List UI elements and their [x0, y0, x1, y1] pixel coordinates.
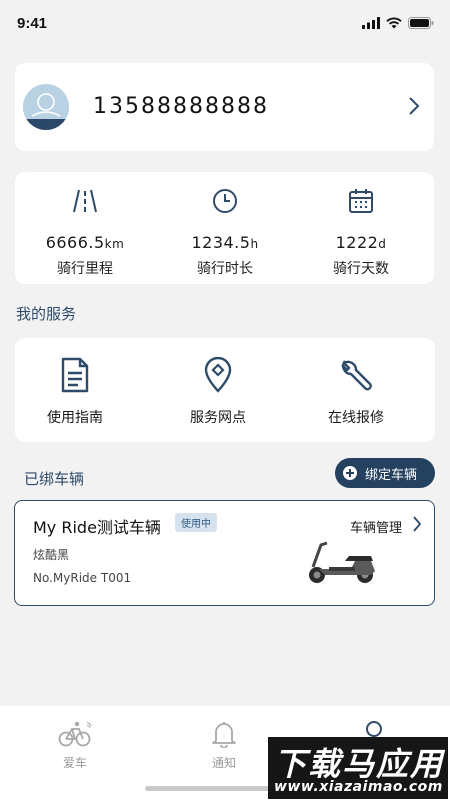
clock-icon: [213, 189, 237, 213]
chevron-right-icon[interactable]: [408, 96, 420, 116]
service-label: 在线报修: [328, 410, 384, 426]
status-bar: 9:41: [0, 0, 450, 50]
battery-icon: [408, 17, 434, 29]
vehicle-name: My Ride测试车辆: [33, 518, 161, 537]
signal-icon: [362, 17, 380, 29]
wrench-icon: [341, 360, 372, 391]
tab-notifications[interactable]: 通知: [184, 720, 264, 771]
profile-card[interactable]: 13588888888: [15, 63, 434, 151]
status-time: 9:41: [17, 15, 48, 32]
avatar[interactable]: [23, 84, 69, 130]
bind-vehicle-label: 绑定车辆: [365, 467, 418, 483]
default-avatar-icon: [23, 84, 69, 130]
tab-label: 通知: [211, 756, 236, 770]
service-guide[interactable]: 使用指南: [15, 355, 135, 427]
service-repair[interactable]: 在线报修: [296, 355, 416, 427]
vehicle-color: 炫酷黑: [33, 548, 70, 562]
service-label: 服务网点: [190, 410, 246, 426]
status-icons: [362, 17, 434, 29]
bind-vehicle-button[interactable]: 绑定车辆: [335, 458, 435, 488]
stat-days: 1222d 骑行天数: [291, 186, 431, 278]
vehicles-title: 已绑车辆: [24, 470, 85, 488]
watermark-url: www.xiazaimao.com: [274, 779, 443, 795]
service-outlets[interactable]: 服务网点: [158, 355, 278, 427]
location-pin-icon: [204, 357, 232, 393]
stat-label: 骑行里程: [57, 261, 113, 277]
stat-value: 1222d: [335, 233, 387, 252]
stat-value: 6666.5km: [45, 233, 125, 252]
services-card: 使用指南 服务网点 在线报修: [15, 338, 435, 442]
vehicle-plate: No.MyRide T001: [33, 571, 132, 585]
vehicle-card[interactable]: My Ride测试车辆 使用中 炫酷黑 No.MyRide T001 车辆管理: [14, 500, 435, 606]
stat-label: 骑行天数: [333, 261, 389, 277]
phone-number: 13588888888: [93, 94, 269, 119]
road-icon: [73, 189, 97, 213]
stat-duration: 1234.5h 骑行时长: [155, 186, 295, 278]
service-label: 使用指南: [47, 410, 103, 426]
watermark: 下载马应用 www.xiazaimao.com: [268, 737, 448, 799]
calendar-icon: [349, 189, 373, 213]
stat-value: 1234.5h: [191, 233, 259, 252]
scooter-image: [309, 541, 375, 583]
bell-icon: [212, 722, 236, 749]
services-title: 我的服务: [16, 305, 77, 323]
tab-label: 爱车: [62, 756, 87, 770]
vehicle-manage-link[interactable]: 车辆管理: [350, 517, 402, 536]
bike-icon: [58, 721, 92, 747]
stat-label: 骑行时长: [197, 261, 253, 277]
wifi-icon: [386, 17, 402, 29]
document-icon: [61, 357, 89, 393]
stat-mileage: 6666.5km 骑行里程: [15, 186, 155, 278]
stats-card: 6666.5km 骑行里程 1234.5h 骑行时长 1222d 骑行天数: [15, 172, 434, 284]
tab-my-car[interactable]: 爱车: [35, 720, 115, 771]
plus-circle-icon: [343, 466, 357, 480]
chevron-right-icon[interactable]: [412, 515, 422, 533]
status-badge: 使用中: [175, 513, 217, 532]
